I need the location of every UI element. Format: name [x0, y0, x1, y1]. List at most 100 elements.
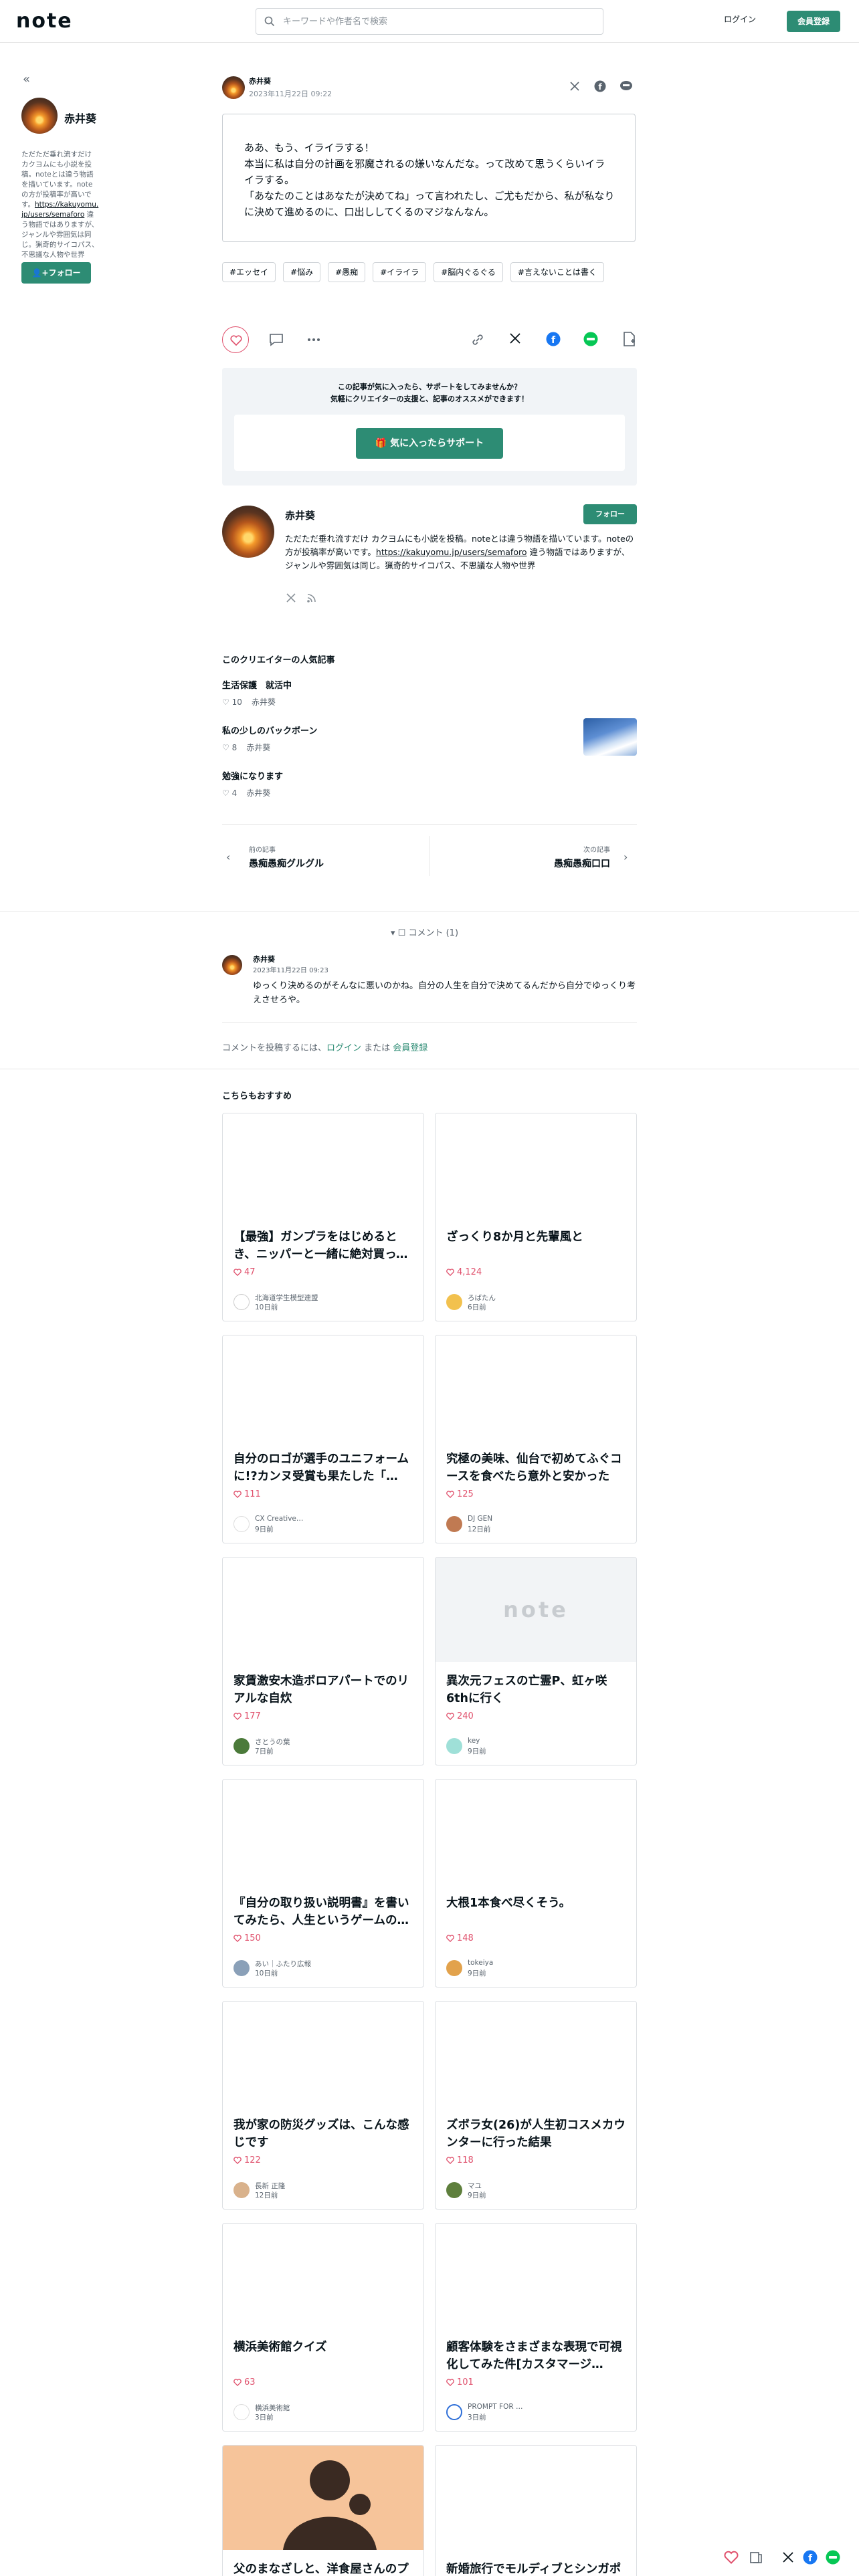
support-button[interactable]: 🎁 気に入ったらサポート — [356, 428, 503, 459]
facebook-share-icon[interactable]: f — [803, 2550, 818, 2565]
hashtag[interactable]: #エッセイ — [222, 262, 276, 282]
recommended-card[interactable]: 究極の美味、仙台で初めてふぐコースを食べたら意外と安かった 125 DJ GEN… — [435, 1335, 637, 1543]
popular-article-title[interactable]: 生活保護 就活中 — [222, 678, 637, 691]
card-title[interactable]: 大根1本食べ尽くそう。 — [446, 1895, 627, 1912]
rss-icon[interactable] — [307, 593, 316, 603]
popular-article-title[interactable]: 勉強になります — [222, 769, 637, 782]
line-share-icon[interactable] — [826, 2550, 840, 2565]
hashtag[interactable]: #イライラ — [373, 262, 427, 282]
card-title[interactable]: 家賃激安木造ボロアパートでのリアルな自炊 — [233, 1673, 414, 1707]
recommended-card[interactable]: 家賃激安木造ボロアパートでのリアルな自炊 177 さとうの葉 7日前 — [222, 1557, 424, 1765]
card-author[interactable]: 横浜美術館 — [255, 2403, 290, 2413]
card-title[interactable]: 父のまなざしと、洋食屋さんのプ — [233, 2561, 414, 2576]
card-author[interactable]: 北海道学生模型連盟 — [255, 1293, 318, 1303]
link-icon[interactable] — [471, 333, 484, 346]
recommended-card[interactable]: note 異次元フェスの亡霊P、虹ヶ咲6thに行く 240 key 9日前 — [435, 1557, 637, 1765]
login-button[interactable]: ログイン — [724, 13, 756, 25]
card-author[interactable]: あい｜ふたり広報 — [255, 1959, 311, 1969]
card-title[interactable]: 我が家の防災グッズは、こんな感じです — [233, 2117, 414, 2151]
recommended-card[interactable]: ざっくり8か月と先輩風と 4,124 ろばたん 6日前 — [435, 1113, 637, 1321]
x-icon[interactable] — [286, 593, 296, 603]
popular-article[interactable]: 勉強になります ♡ 4 赤井葵 — [222, 769, 637, 798]
recommended-card[interactable]: 我が家の防災グッズは、こんな感じです 122 長新 正隆 12日前 — [222, 2001, 424, 2210]
heart-icon[interactable] — [724, 2551, 739, 2564]
card-title[interactable]: 顧客体験をさまざまな表現で可視化してみた件[カスタマージ… — [446, 2339, 627, 2373]
article-author-avatar[interactable] — [222, 76, 245, 99]
recommended-card[interactable]: 父のまなざしと、洋食屋さんのプ — [222, 2445, 424, 2576]
hashtag[interactable]: #脳内ぐるぐる — [434, 262, 503, 282]
comment-icon[interactable] — [269, 333, 284, 346]
card-author[interactable]: DJ GEN — [468, 1515, 492, 1523]
card-author[interactable]: マユ — [468, 2181, 482, 2191]
card-author[interactable]: key — [468, 1737, 480, 1745]
hashtag[interactable]: #言えないことは書く — [510, 262, 604, 282]
recommended-card[interactable]: ズボラ女(26)が人生初コスメカウンターに行った結果 118 マユ 9日前 — [435, 2001, 637, 2210]
magazine-icon[interactable] — [749, 2551, 763, 2564]
next-title: 愚痴愚痴口口 — [554, 859, 610, 869]
recommended-card[interactable]: 『自分の取り扱い説明書』を書いてみたら、人生というゲームの… 150 あい｜ふた… — [222, 1779, 424, 1988]
note-logo[interactable]: note — [16, 9, 73, 33]
card-title[interactable]: 『自分の取り扱い説明書』を書いてみたら、人生というゲームの… — [233, 1895, 414, 1929]
card-author[interactable]: 長新 正隆 — [255, 2181, 285, 2191]
recommended-card[interactable]: 顧客体験をさまざまな表現で可視化してみた件[カスタマージ… 101 PROMPT… — [435, 2223, 637, 2432]
facebook-icon[interactable]: f — [594, 80, 606, 92]
search-box[interactable] — [256, 8, 603, 35]
comment-signup-link[interactable]: 会員登録 — [393, 1043, 427, 1053]
card-author-avatar — [233, 1960, 250, 1976]
sidebar-avatar[interactable] — [21, 98, 58, 134]
comment-author[interactable]: 赤井葵 — [253, 954, 275, 964]
article-author-name[interactable]: 赤井葵 — [249, 76, 271, 86]
card-title[interactable]: ズボラ女(26)が人生初コスメカウンターに行った結果 — [446, 2117, 627, 2151]
card-author[interactable]: CX Creative… — [255, 1515, 303, 1523]
heart-icon — [233, 1935, 242, 1943]
recommended-card[interactable]: 新婚旅行でモルディブとシンガポ — [435, 2445, 637, 2576]
card-title[interactable]: 自分のロゴが選手のユニフォームに!?カンヌ受賞も果たした「… — [233, 1451, 414, 1485]
facebook-share-icon[interactable]: f — [546, 332, 561, 346]
comment-login-prompt: コメントを投稿するには、ログイン または 会員登録 — [222, 1041, 427, 1053]
card-author[interactable]: さとうの葉 — [255, 1737, 290, 1747]
line-share-icon[interactable] — [583, 332, 598, 346]
card-time: 12日前 — [468, 1525, 491, 1533]
card-title[interactable]: 究極の美味、仙台で初めてふぐコースを食べたら意外と安かった — [446, 1451, 627, 1485]
sidebar-follow-button[interactable]: 👤+フォロー — [21, 262, 91, 284]
next-article-link[interactable]: 次の記事 愚痴愚痴口口 — [508, 844, 610, 870]
recommended-card[interactable]: 自分のロゴが選手のユニフォームに!?カンヌ受賞も果たした「… 111 CX Cr… — [222, 1335, 424, 1543]
card-title[interactable]: 横浜美術館クイズ — [233, 2339, 414, 2356]
card-title[interactable]: 異次元フェスの亡霊P、虹ヶ咲6thに行く — [446, 1673, 627, 1707]
profile-follow-button[interactable]: フォロー — [583, 504, 637, 524]
card-time: 7日前 — [255, 1747, 274, 1755]
like-button[interactable] — [222, 326, 249, 353]
recommended-card[interactable]: 【最強】ガンプラをはじめるとき、ニッパーと一緒に絶対買って欲しい… 47 北海道… — [222, 1113, 424, 1321]
more-icon[interactable] — [308, 338, 320, 341]
profile-name[interactable]: 赤井葵 — [285, 508, 315, 522]
popular-article-title[interactable]: 私の少しのバックボーン — [222, 724, 637, 736]
sidebar-author-name[interactable]: 赤井葵 — [64, 110, 96, 126]
card-title[interactable]: 【最強】ガンプラをはじめるとき、ニッパーと一緒に絶対買って欲しい… — [233, 1228, 414, 1263]
profile-avatar[interactable] — [222, 506, 274, 558]
recommended-card[interactable]: 横浜美術館クイズ 63 横浜美術館 3日前 — [222, 2223, 424, 2432]
card-author[interactable]: tokeiya — [468, 1959, 493, 1967]
popular-article-thumbnail[interactable] — [583, 718, 637, 756]
comments-toggle[interactable]: ▾ ☐ コメント (1) — [391, 926, 458, 938]
x-share-icon[interactable] — [783, 2552, 793, 2563]
card-title[interactable]: 新婚旅行でモルディブとシンガポ — [446, 2561, 627, 2576]
line-icon[interactable] — [619, 80, 633, 92]
popular-article[interactable]: 生活保護 就活中 ♡ 10 赤井葵 — [222, 678, 637, 708]
popular-article[interactable]: 私の少しのバックボーン ♡ 8 赤井葵 — [222, 724, 637, 753]
search-input[interactable] — [283, 13, 591, 30]
comment-login-link[interactable]: ログイン — [326, 1043, 361, 1053]
hashtag[interactable]: #悩み — [283, 262, 321, 282]
x-icon[interactable] — [570, 82, 579, 91]
card-author[interactable]: ろばたん — [468, 1293, 496, 1303]
x-share-icon[interactable] — [510, 333, 520, 344]
prev-article-link[interactable]: 前の記事 愚痴愚痴グルグル — [249, 844, 324, 870]
hashtag[interactable]: #愚痴 — [328, 262, 366, 282]
recommended-card[interactable]: 大根1本食べ尽くそう。 148 tokeiya 9日前 — [435, 1779, 637, 1988]
collapse-sidebar-icon[interactable]: « — [23, 72, 30, 86]
comment-avatar[interactable] — [222, 955, 242, 975]
signup-button[interactable]: 会員登録 — [787, 11, 840, 32]
profile-bio-link[interactable]: https://kakuyomu.jp/users/semaforo — [376, 547, 527, 557]
embed-icon[interactable] — [622, 332, 636, 346]
card-title[interactable]: ざっくり8か月と先輩風と — [446, 1228, 627, 1246]
card-author[interactable]: PROMPT FOR … — [468, 2403, 522, 2411]
